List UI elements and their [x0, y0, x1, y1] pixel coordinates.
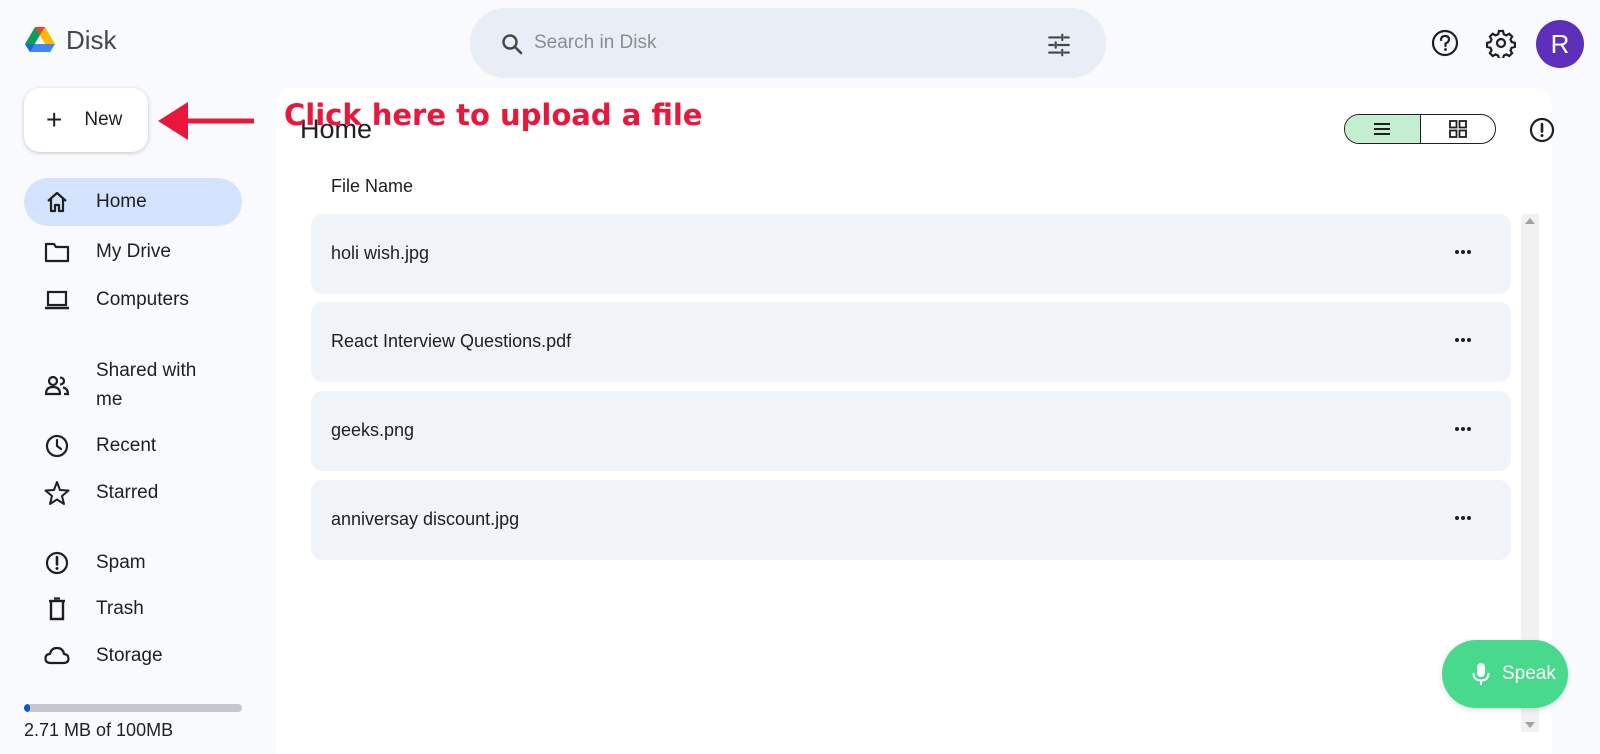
more-options-icon[interactable]	[1451, 328, 1475, 352]
list-view-button[interactable]	[1345, 115, 1421, 143]
speak-button-label: Speak	[1502, 663, 1556, 684]
list-view-icon	[1374, 123, 1391, 135]
clock-icon	[45, 434, 69, 458]
storage-text: 2.71 MB of 100MB	[24, 720, 174, 740]
help-icon[interactable]	[1430, 28, 1460, 58]
disk-app: Disk R + New	[0, 0, 1600, 754]
grid-view-button[interactable]	[1421, 115, 1496, 143]
storage-bar-fill	[24, 704, 30, 712]
sidebar-item-starred[interactable]: Starred	[24, 475, 242, 511]
file-name: geeks.png	[331, 420, 415, 440]
storage-bar	[24, 704, 242, 712]
cloud-icon	[44, 646, 70, 665]
sidebar-item-label: Trash	[96, 598, 144, 619]
sidebar-item-label: Storage	[96, 645, 163, 666]
more-options-icon[interactable]	[1451, 506, 1475, 530]
sidebar-item-label: Recent	[96, 435, 157, 456]
star-icon	[44, 481, 70, 505]
speak-button[interactable]: Speak	[1442, 640, 1568, 708]
annotation-arrow-icon	[158, 102, 254, 140]
avatar[interactable]: R	[1536, 20, 1584, 68]
new-button-label: New	[84, 109, 123, 130]
sidebar-item-computers[interactable]: Computers	[24, 282, 242, 318]
view-toggle[interactable]	[1344, 114, 1496, 144]
table-row[interactable]: React Interview Questions.pdf	[311, 302, 1511, 382]
sidebar-item-home[interactable]: Home	[24, 178, 242, 226]
app-logo[interactable]: Disk	[24, 24, 117, 56]
table-row[interactable]: geeks.png	[311, 391, 1511, 471]
people-icon	[44, 375, 70, 396]
spam-icon	[45, 551, 69, 575]
more-options-icon[interactable]	[1451, 417, 1475, 441]
plus-icon: +	[46, 104, 63, 135]
scroll-up-arrow-icon[interactable]	[1525, 218, 1535, 224]
sidebar-item-label: Shared with me	[96, 360, 197, 410]
upload-annotation: Click here to upload a file	[284, 98, 703, 132]
tune-icon[interactable]	[1046, 32, 1072, 58]
column-header-file-name[interactable]: File Name	[331, 176, 413, 197]
sidebar-item-shared[interactable]: Shared with me	[24, 352, 242, 420]
scroll-down-arrow-icon[interactable]	[1525, 722, 1535, 728]
sidebar-item-trash[interactable]: Trash	[24, 591, 242, 627]
sidebar-item-my-drive[interactable]: My Drive	[24, 234, 242, 270]
sidebar-item-label: My Drive	[96, 241, 171, 262]
folder-icon	[44, 242, 70, 263]
app-name: Disk	[66, 24, 117, 55]
sidebar-item-label: Starred	[96, 482, 159, 503]
sidebar-item-label: Spam	[96, 552, 146, 573]
laptop-icon	[45, 290, 69, 310]
search-bar[interactable]	[470, 8, 1106, 78]
home-icon	[47, 191, 67, 213]
search-input[interactable]	[534, 28, 994, 58]
sidebar-item-label: Home	[96, 191, 147, 212]
more-options-icon[interactable]	[1451, 240, 1475, 264]
search-icon[interactable]	[500, 32, 524, 56]
trash-icon	[49, 597, 65, 621]
file-name: anniversay discount.jpg	[331, 509, 520, 529]
info-icon[interactable]	[1528, 116, 1556, 144]
table-row[interactable]: holi wish.jpg	[311, 214, 1511, 294]
gear-icon[interactable]	[1486, 28, 1516, 58]
new-button[interactable]: + New	[24, 88, 148, 152]
drive-logo-icon	[25, 27, 55, 52]
file-name: React Interview Questions.pdf	[331, 331, 572, 351]
file-name: holi wish.jpg	[331, 243, 430, 263]
sidebar-item-spam[interactable]: Spam	[24, 545, 242, 581]
table-row[interactable]: anniversay discount.jpg	[311, 480, 1511, 560]
main-panel: Home File Name holi wish.jpg React Inter…	[276, 88, 1555, 754]
microphone-icon	[1472, 663, 1490, 685]
sidebar-item-storage[interactable]: Storage	[24, 638, 242, 674]
sidebar-item-label: Computers	[96, 289, 189, 310]
grid-view-icon	[1448, 120, 1467, 138]
sidebar-item-recent[interactable]: Recent	[24, 428, 242, 464]
